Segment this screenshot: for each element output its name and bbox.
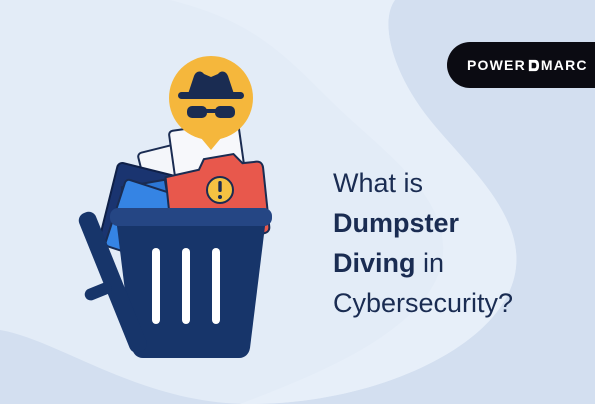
dumpster-illustration	[78, 56, 272, 358]
logo-text-right: MARC	[540, 57, 588, 73]
trash-bin-icon	[78, 208, 272, 358]
headline: What is Dumpster Diving in Cybersecurity…	[333, 163, 583, 323]
logo-text-left: POWER	[467, 57, 526, 73]
headline-line-1: What is	[333, 168, 424, 198]
shield-logo-icon	[528, 59, 539, 71]
headline-line-2: Dumpster	[333, 208, 460, 238]
headline-line-3-bold: Diving	[333, 248, 416, 278]
headline-line-4: Cybersecurity?	[333, 288, 514, 318]
banner: POWER MARC What is Dumpster Diving in Cy…	[0, 0, 595, 404]
headline-line-3-rest: in	[415, 248, 445, 278]
warning-icon	[206, 176, 234, 204]
logo-text: POWER MARC	[467, 57, 588, 73]
headline-line-3: Diving in	[333, 243, 583, 283]
powerdmarc-logo[interactable]: POWER MARC	[447, 42, 595, 88]
